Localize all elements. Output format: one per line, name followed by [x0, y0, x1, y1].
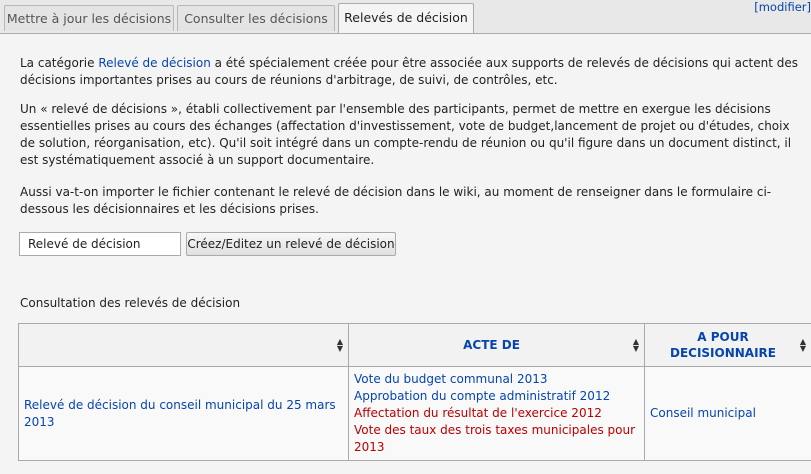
acts-cell: Vote du budget communal 2013 Approbation…	[348, 366, 645, 461]
tab-update-decisions[interactable]: Mettre à jour les décisions	[4, 5, 174, 31]
act-link[interactable]: Vote du budget communal 2013	[354, 371, 639, 388]
sort-icon: ▲ ▼	[632, 337, 639, 353]
column-header-decisionnaire[interactable]: A POUR DECISIONNAIRE ▲ ▼	[644, 323, 811, 367]
tab-bar: Mettre à jour les décisions Consulter le…	[0, 0, 811, 34]
intro-paragraph-1: La catégorie Relevé de décision a été sp…	[20, 55, 805, 89]
tab-consult-decisions[interactable]: Consulter les décisions	[177, 5, 335, 31]
tab-content-panel: La catégorie Relevé de décision a été sp…	[0, 33, 811, 474]
act-redlink[interactable]: Vote des taux des trois taxes municipale…	[354, 422, 639, 456]
table-row: Relevé de décision du conseil municipal …	[18, 366, 811, 461]
tab-decision-records[interactable]: Relevés de décision	[338, 3, 474, 34]
intro-paragraph-2: Un « relevé de décisions », établi colle…	[20, 102, 792, 167]
record-link[interactable]: Relevé de décision du conseil municipal …	[24, 398, 336, 429]
table-header-row: ▲ ▼ ACTE DE ▲ ▼ A POUR DECISIONNAIRE ▲ ▼	[18, 323, 811, 367]
category-link[interactable]: Relevé de décision	[98, 56, 210, 70]
intro-paragraph-3: Aussi va-t-on importer le fichier conten…	[20, 185, 772, 216]
column-label: ACTE DE	[463, 338, 520, 352]
intro-text-start: La catégorie	[20, 56, 99, 70]
decider-link[interactable]: Conseil municipal	[650, 406, 756, 420]
column-header-acte-de[interactable]: ACTE DE ▲ ▼	[348, 323, 645, 367]
sort-icon: ▲ ▼	[799, 337, 806, 353]
sort-icon: ▲ ▼	[336, 337, 343, 353]
act-link[interactable]: Approbation du compte administratif 2012	[354, 388, 639, 405]
column-label: A POUR DECISIONNAIRE	[669, 330, 776, 360]
column-header-page[interactable]: ▲ ▼	[18, 323, 349, 367]
decision-record-input[interactable]	[19, 232, 181, 256]
decider-cell: Conseil municipal	[644, 366, 811, 461]
act-redlink[interactable]: Affectation du résultat de l'exercice 20…	[354, 405, 639, 422]
record-cell: Relevé de décision du conseil municipal …	[18, 366, 349, 461]
edit-link[interactable]: [modifier]	[754, 0, 811, 14]
decision-records-table: ▲ ▼ ACTE DE ▲ ▼ A POUR DECISIONNAIRE ▲ ▼ Rele…	[18, 323, 811, 461]
create-edit-record-button[interactable]: Créez/Editez un relevé de décision	[186, 232, 396, 256]
section-title: Consultation des relevés de décision	[20, 296, 241, 310]
